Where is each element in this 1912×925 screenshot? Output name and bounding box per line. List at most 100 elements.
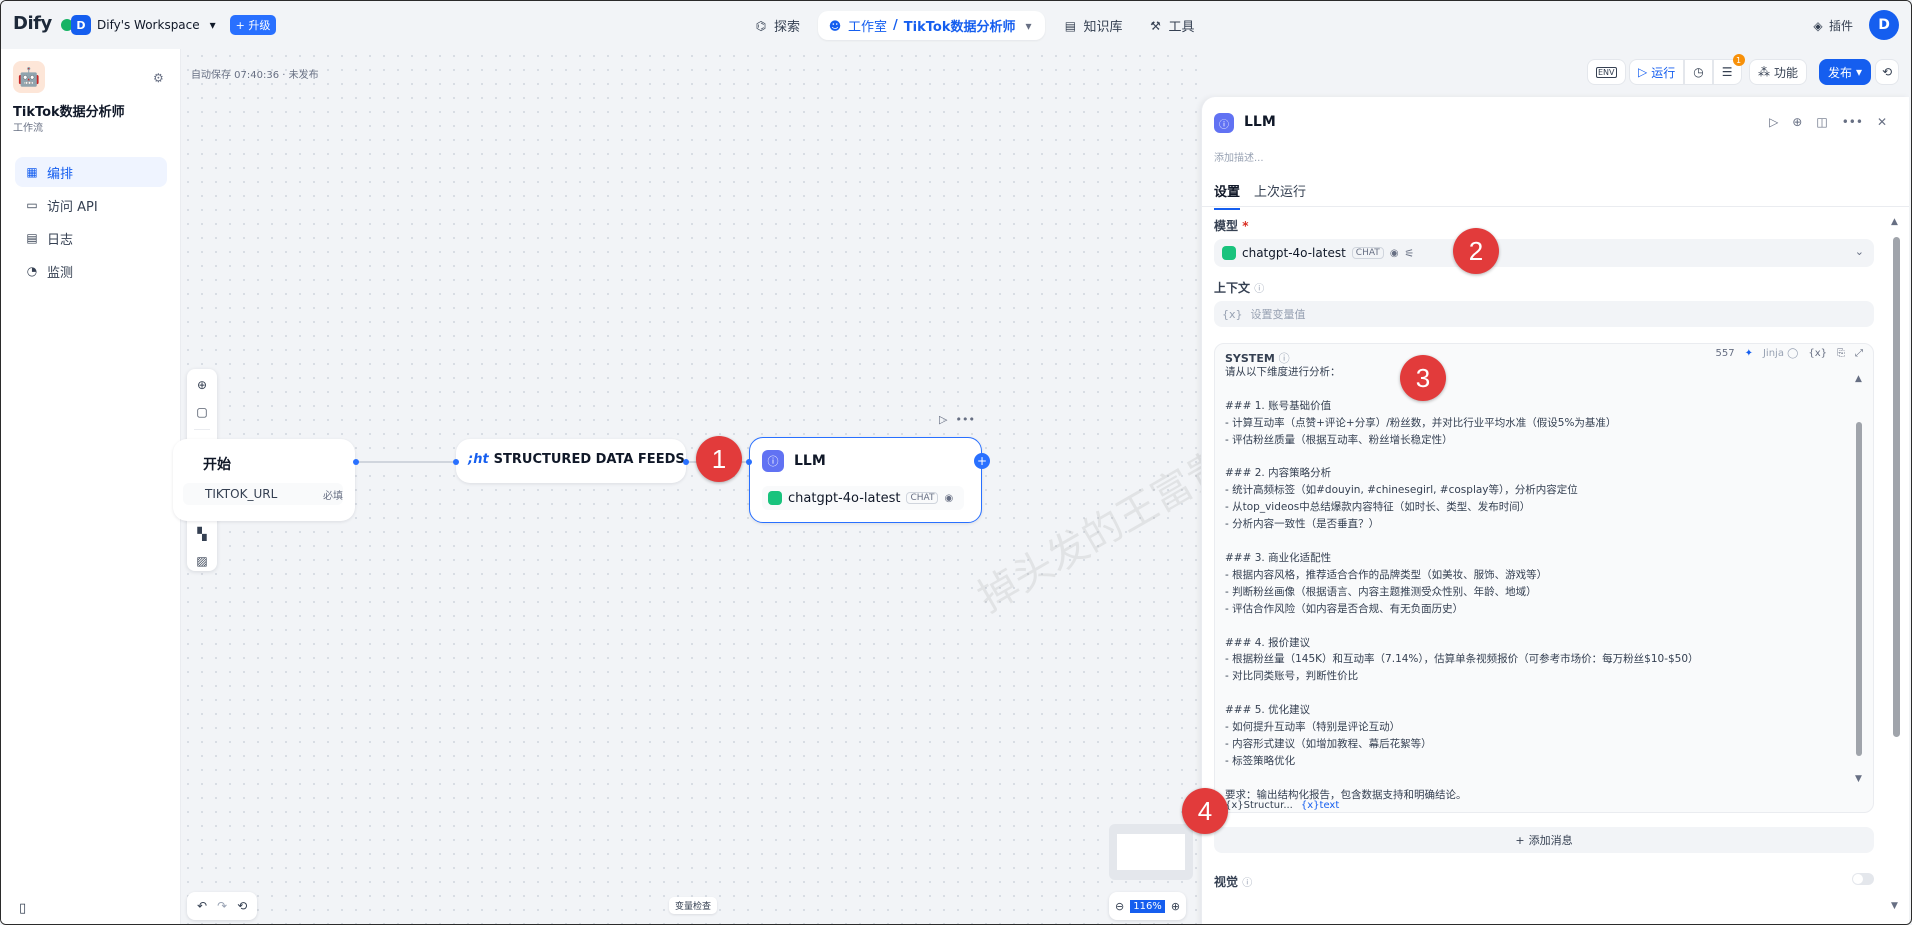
start-node[interactable]: 开始 TIKTOK_URL 必填: [173, 439, 355, 521]
feature-button[interactable]: ⁂ 功能: [1749, 59, 1808, 85]
more-icon[interactable]: •••: [1842, 115, 1863, 129]
sidebar-item-logs[interactable]: ▤ 日志: [15, 223, 167, 253]
redo-icon[interactable]: ↷: [217, 899, 227, 913]
prompt-variables: {x}Structur... {x}text: [1225, 800, 1339, 811]
system-tools: 557 ✦ Jinja ◯ {x} ⎘ ⤢: [1716, 348, 1864, 359]
app-window: Dify D Dify's Workspace ▾ + 升级 ⌬ 探索 ☻ 工作…: [0, 0, 1912, 925]
minimap[interactable]: [1109, 824, 1193, 880]
run-button[interactable]: ▷ 运行: [1629, 59, 1685, 85]
start-output-handle[interactable]: [353, 459, 359, 465]
context-label: 上下文 ⓘ: [1214, 281, 1265, 295]
llm-node-icon: ⓘ: [762, 450, 784, 472]
structured-data-feeds-node[interactable]: ;ht STRUCTURED DATA FEEDS: [456, 439, 686, 483]
llm-input-handle[interactable]: [746, 459, 752, 465]
run-step-icon[interactable]: ▷: [1769, 115, 1778, 129]
zoom-level[interactable]: 116%: [1130, 899, 1165, 913]
watermark: 掉头发的王富贵: [970, 441, 1236, 622]
zoom-out-icon[interactable]: ⊖: [1115, 900, 1124, 913]
organize-icon[interactable]: ▚: [191, 523, 213, 544]
close-icon[interactable]: ✕: [1877, 115, 1887, 129]
more-icon[interactable]: •••: [955, 413, 974, 426]
llm-config-panel: ⓘ LLM ▷ ⊕ ◫ ••• ✕ 添加描述... 设置 上次运行 模型 * c…: [1201, 97, 1909, 924]
panel-scroll-thumb[interactable]: [1893, 237, 1900, 737]
dify-logo[interactable]: Dify: [13, 13, 52, 34]
nav-studio[interactable]: ☻ 工作室 / TikTok数据分析师 ▾: [818, 11, 1046, 40]
system-prompt-editor[interactable]: SYSTEM ⓘ 557 ✦ Jinja ◯ {x} ⎘ ⤢ 请从以下维度进行分…: [1214, 343, 1874, 813]
help-icon: ⓘ: [1242, 878, 1253, 889]
undo-icon[interactable]: ↶: [197, 899, 207, 913]
minimap-icon[interactable]: ▨: [191, 550, 213, 571]
start-variable-name: TIKTOK_URL: [205, 487, 278, 501]
vision-toggle[interactable]: [1852, 873, 1874, 885]
jinja-toggle[interactable]: Jinja ◯: [1763, 348, 1798, 359]
nav-explore[interactable]: ⌬ 探索: [746, 12, 808, 39]
description-input[interactable]: 添加描述...: [1214, 149, 1264, 164]
sdf-input-handle[interactable]: [453, 459, 459, 465]
system-prompt-text[interactable]: 请从以下维度进行分析： ### 1. 账号基础价值 - 计算互动率（点赞+评论+…: [1225, 364, 1845, 808]
split-view-icon[interactable]: ◫: [1816, 115, 1827, 129]
scroll-down-icon[interactable]: ▼: [1855, 774, 1862, 784]
add-next-node-button[interactable]: +: [974, 453, 990, 469]
main-nav: ⌬ 探索 ☻ 工作室 / TikTok数据分析师 ▾ ▤ 知识库 ⚒ 工具: [746, 11, 1203, 40]
eye-icon: ◉: [1389, 247, 1399, 259]
sidebar-item-monitor[interactable]: ◔ 监测: [15, 256, 167, 286]
publish-button[interactable]: 发布 ▾: [1819, 59, 1872, 85]
plugins-button[interactable]: ◈ 插件: [1811, 17, 1853, 34]
sdf-output-handle[interactable]: [683, 459, 689, 465]
help-icon[interactable]: ⊕: [1792, 115, 1802, 129]
annotation-marker-3: 3: [1400, 355, 1446, 401]
nav-tools[interactable]: ⚒ 工具: [1140, 12, 1202, 39]
workflow-canvas[interactable]: 自动保存 07:40:36 · 未发布 掉头发的王富贵 ⊕ ▢ ➤ ✋ ▣ ▚ …: [173, 49, 1236, 924]
insert-variable-icon[interactable]: {x}: [1808, 348, 1827, 359]
copy-icon[interactable]: ⎘: [1837, 348, 1845, 359]
run-group: ▷ 运行 ◷ ☰ 1: [1629, 54, 1745, 85]
prompt-scrollbar[interactable]: ▲ ▼: [1855, 374, 1863, 794]
context-variable-selector[interactable]: {x} 设置变量值: [1214, 301, 1874, 327]
zoom-in-icon[interactable]: ⊕: [1171, 900, 1180, 913]
sidebar-item-orchestrate[interactable]: ▦ 编排: [15, 157, 167, 187]
text-variable-tag[interactable]: {x}text: [1301, 800, 1339, 811]
expand-icon[interactable]: ⤢: [1855, 348, 1863, 359]
edge-start-sdf: [356, 461, 456, 463]
scroll-down-icon[interactable]: ▼: [1891, 901, 1898, 911]
checklist-button[interactable]: ◷: [1684, 59, 1713, 85]
openai-icon: [768, 491, 782, 505]
sidebar-item-api[interactable]: ▭ 访问 API: [15, 190, 167, 220]
sidebar-item-label: 访问 API: [47, 199, 98, 215]
model-name: chatgpt-4o-latest: [1242, 246, 1346, 260]
current-app-label[interactable]: TikTok数据分析师: [904, 16, 1016, 35]
prompt-scroll-thumb[interactable]: [1856, 422, 1862, 756]
params-icon[interactable]: ⚟: [1405, 247, 1415, 260]
feature-group: ⁂ 功能: [1749, 59, 1808, 85]
panel-scrollbar[interactable]: ▲ ▼: [1890, 217, 1902, 917]
model-selector[interactable]: chatgpt-4o-latest CHAT ◉ ⚟ ⌄: [1214, 239, 1874, 267]
context-placeholder: 设置变量值: [1250, 308, 1306, 321]
openai-icon: [1222, 246, 1236, 260]
panel-title[interactable]: LLM: [1244, 114, 1276, 130]
user-avatar[interactable]: D: [1869, 10, 1899, 40]
chevron-down-icon: ▾: [1025, 18, 1032, 33]
variable-inspect-button[interactable]: 变量检查: [669, 897, 718, 914]
add-message-button[interactable]: + 添加消息: [1214, 827, 1874, 853]
history-icon[interactable]: ⟲: [237, 899, 247, 913]
add-note-icon[interactable]: ▢: [191, 402, 213, 423]
log-icon: ▤: [26, 231, 38, 245]
structured-variable-tag[interactable]: {x}Structur...: [1225, 800, 1293, 811]
settings-toggle-icon[interactable]: ⚙: [153, 71, 164, 85]
nav-knowledge[interactable]: ▤ 知识库: [1055, 12, 1130, 39]
version-history-button[interactable]: ⟲: [1875, 59, 1900, 85]
scroll-up-icon[interactable]: ▲: [1855, 374, 1862, 384]
workspace-switcher[interactable]: D Dify's Workspace ▾ + 升级: [61, 15, 277, 35]
upgrade-button[interactable]: + 升级: [229, 15, 277, 35]
scroll-up-icon[interactable]: ▲: [1891, 217, 1898, 227]
env-button[interactable]: ENV: [1587, 59, 1626, 85]
llm-node-model: chatgpt-4o-latest CHAT ◉: [762, 486, 964, 510]
sidebar-collapse-icon[interactable]: ▯: [19, 901, 26, 916]
llm-node[interactable]: ⓘ LLM chatgpt-4o-latest CHAT ◉: [749, 437, 982, 523]
add-node-icon[interactable]: ⊕: [191, 375, 213, 396]
sparkle-icon[interactable]: ✦: [1745, 348, 1753, 359]
sdf-logo-icon: ;ht: [468, 452, 489, 467]
issues-button[interactable]: ☰ 1: [1712, 54, 1745, 85]
run-node-icon[interactable]: ▷: [939, 413, 947, 426]
llm-node-title: LLM: [794, 453, 826, 469]
